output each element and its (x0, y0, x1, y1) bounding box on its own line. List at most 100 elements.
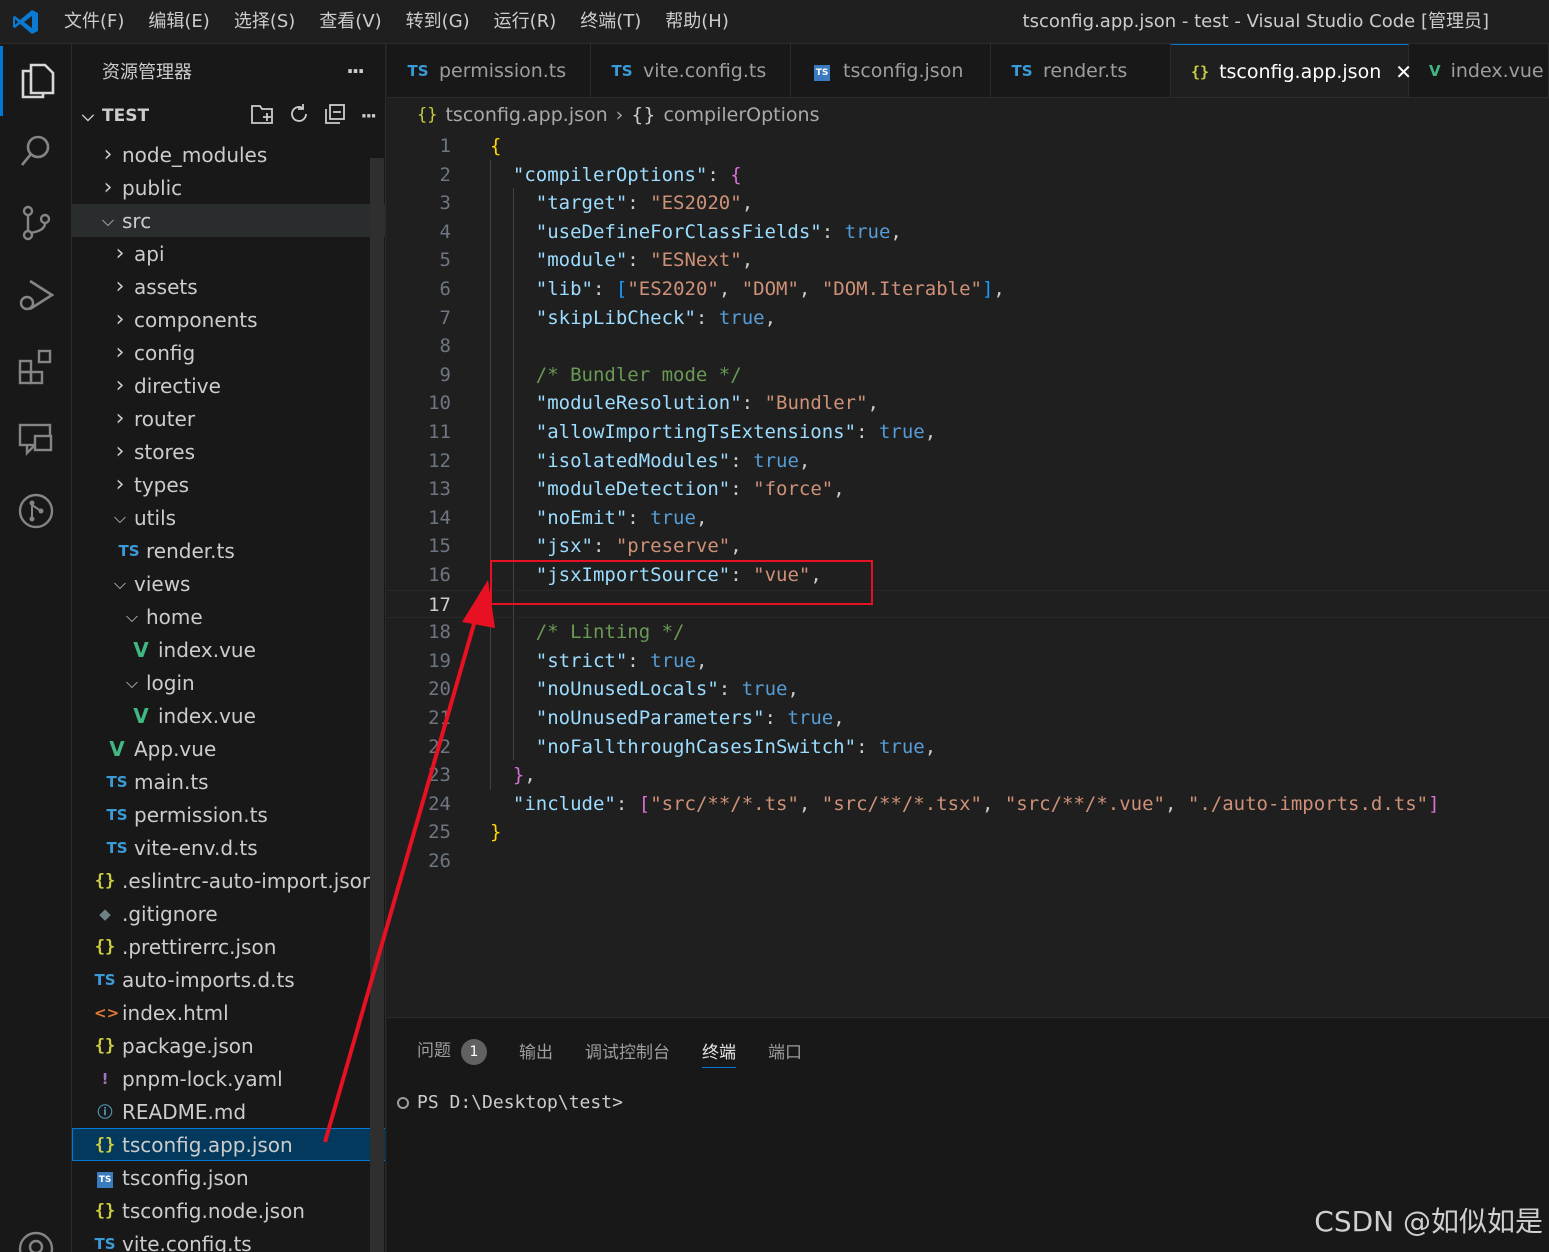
tree-file[interactable]: TS vite.config.ts (72, 1227, 385, 1252)
tree-folder[interactable]: › public (72, 171, 385, 204)
token: , (890, 220, 902, 243)
code-line: 13 "moduleDetection": "force", (387, 475, 1549, 504)
refresh-icon[interactable] (288, 103, 310, 130)
tree-file[interactable]: V App.vue (72, 732, 385, 765)
remote-chat-icon[interactable] (0, 404, 72, 474)
tab[interactable]: TS render.ts (991, 44, 1171, 97)
panel-tab[interactable]: 调试控制台 (585, 1038, 670, 1063)
tree-file[interactable]: TS main.ts (72, 765, 385, 798)
tab[interactable]: {} tsconfig.app.json ✕ (1171, 44, 1412, 97)
source-control-icon[interactable] (0, 188, 72, 258)
tree-item-label: src (122, 208, 152, 233)
token: "moduleResolution" (535, 392, 742, 415)
menu-item[interactable]: 终端(T) (568, 0, 653, 44)
ts-file-icon: TS (407, 62, 429, 80)
tree-folder[interactable]: › components (72, 303, 385, 336)
token: "noUnusedParameters" (535, 707, 765, 729)
tree-folder[interactable]: ⌵ utils (72, 501, 385, 534)
tree-folder[interactable]: › api (72, 237, 385, 270)
tree-folder[interactable]: › router (72, 402, 385, 435)
extensions-icon[interactable] (0, 332, 72, 402)
tab[interactable]: TS tsconfig.json (791, 44, 991, 97)
ts-file-icon: TS (106, 805, 128, 824)
tree-folder[interactable]: ⌵ home (72, 600, 385, 633)
token: true (844, 220, 891, 243)
panel-tab[interactable]: 问题 1 (417, 1036, 487, 1065)
tree-file[interactable]: TS vite-env.d.ts (72, 831, 385, 864)
line-content: "include": ["src/**/*.ts", "src/**/*.tsx… (490, 790, 1440, 819)
tree-item-label: auto-imports.d.ts (122, 967, 295, 992)
sidebar-scrollbar[interactable] (370, 158, 384, 1252)
tree-file[interactable]: TS auto-imports.d.ts (72, 963, 385, 996)
menu-item[interactable]: 运行(R) (482, 0, 569, 44)
tree-folder[interactable]: › node_modules (72, 138, 385, 171)
tab[interactable]: Vindex.vue (1409, 44, 1549, 97)
tree-folder[interactable]: › types (72, 468, 385, 501)
token: , (924, 735, 937, 758)
tree-file[interactable]: {} tsconfig.node.json (72, 1194, 385, 1227)
json-file-icon: {} (94, 870, 116, 891)
token: "src/**/*.ts" (650, 792, 799, 815)
line-number: 16 (428, 564, 451, 586)
panel-tab[interactable]: 端口 (768, 1038, 802, 1063)
panel-tab[interactable]: 输出 (519, 1038, 553, 1063)
tab[interactable]: TS permission.ts (387, 44, 591, 97)
workspace-section-header[interactable]: ⌵ TEST ··· (72, 98, 385, 134)
panel-tab[interactable]: 终端 (702, 1038, 736, 1068)
breadcrumb-file[interactable]: tsconfig.app.json (445, 104, 607, 126)
more-actions-icon[interactable]: ··· (360, 106, 376, 127)
menu-item[interactable]: 文件(F) (52, 0, 136, 44)
tree-file[interactable]: Vindex.vue (72, 699, 385, 732)
json-file-icon: {} (94, 936, 116, 957)
line-number: 9 (439, 363, 451, 386)
git-graph-icon[interactable] (0, 476, 72, 546)
activity-bar (0, 44, 72, 1252)
line-number: 23 (428, 764, 451, 787)
vue-file-icon: V (1429, 62, 1441, 80)
new-file-icon[interactable] (250, 103, 274, 130)
explorer-icon[interactable] (0, 46, 72, 116)
tree-folder[interactable]: ⌵ src (72, 204, 385, 237)
tree-folder[interactable]: › config (72, 336, 385, 369)
panel-tab-label: 问题 (417, 1040, 451, 1061)
menu-item[interactable]: 帮助(H) (653, 0, 741, 44)
tree-file[interactable]: {} .prettirerrc.json (72, 930, 385, 963)
account-icon[interactable] (0, 1214, 72, 1252)
breadcrumb-symbol[interactable]: compilerOptions (663, 104, 819, 126)
tree-file[interactable]: ◆ .gitignore (72, 897, 385, 930)
tree-file[interactable]: {} package.json (72, 1029, 385, 1062)
token: , (798, 792, 822, 815)
menu-item[interactable]: 转到(G) (394, 0, 482, 44)
tree-file[interactable]: Vindex.vue (72, 633, 385, 666)
menu-item[interactable]: 编辑(E) (136, 0, 221, 44)
search-icon[interactable] (0, 116, 72, 186)
panel-tab-label: 端口 (768, 1042, 802, 1063)
tree-folder[interactable]: ⌵ login (72, 666, 385, 699)
tree-folder[interactable]: ⌵ views (72, 567, 385, 600)
chevron-right-icon: › (115, 439, 125, 464)
tree-file[interactable]: {} .eslintrc-auto-import.json (72, 864, 385, 897)
tree-folder[interactable]: › stores (72, 435, 385, 468)
tab-label: index.vue (1450, 60, 1544, 82)
tree-file[interactable]: TS permission.ts (72, 798, 385, 831)
tree-file[interactable]: <> index.html (72, 996, 385, 1029)
menu-item[interactable]: 查看(V) (307, 0, 393, 44)
more-actions-icon[interactable]: ··· (346, 59, 365, 83)
token: "noUnusedLocals" (535, 678, 719, 701)
collapse-all-icon[interactable] (324, 103, 346, 130)
menu-item[interactable]: 选择(S) (222, 0, 307, 44)
menu-bar: 文件(F) 编辑(E) 选择(S) 查看(V) 转到(G) 运行(R) 终端(T) 帮助(H) (52, 0, 741, 44)
terminal[interactable]: PS D:\Desktop\test> (397, 1092, 623, 1113)
tree-file[interactable]: {} tsconfig.app.json (72, 1128, 385, 1161)
tab[interactable]: TS vite.config.ts (591, 44, 791, 97)
run-debug-icon[interactable] (0, 260, 72, 330)
tree-file[interactable]: ! pnpm-lock.yaml (72, 1062, 385, 1095)
tree-file[interactable]: TS tsconfig.json (72, 1161, 385, 1194)
tree-file[interactable]: ⓘ README.md (72, 1095, 385, 1128)
tree-folder[interactable]: › assets (72, 270, 385, 303)
tree-file[interactable]: TS render.ts (72, 534, 385, 567)
breadcrumb-separator-icon: › (615, 104, 624, 126)
tree-folder[interactable]: › directive (72, 369, 385, 402)
token: "ES2020" (627, 278, 719, 300)
